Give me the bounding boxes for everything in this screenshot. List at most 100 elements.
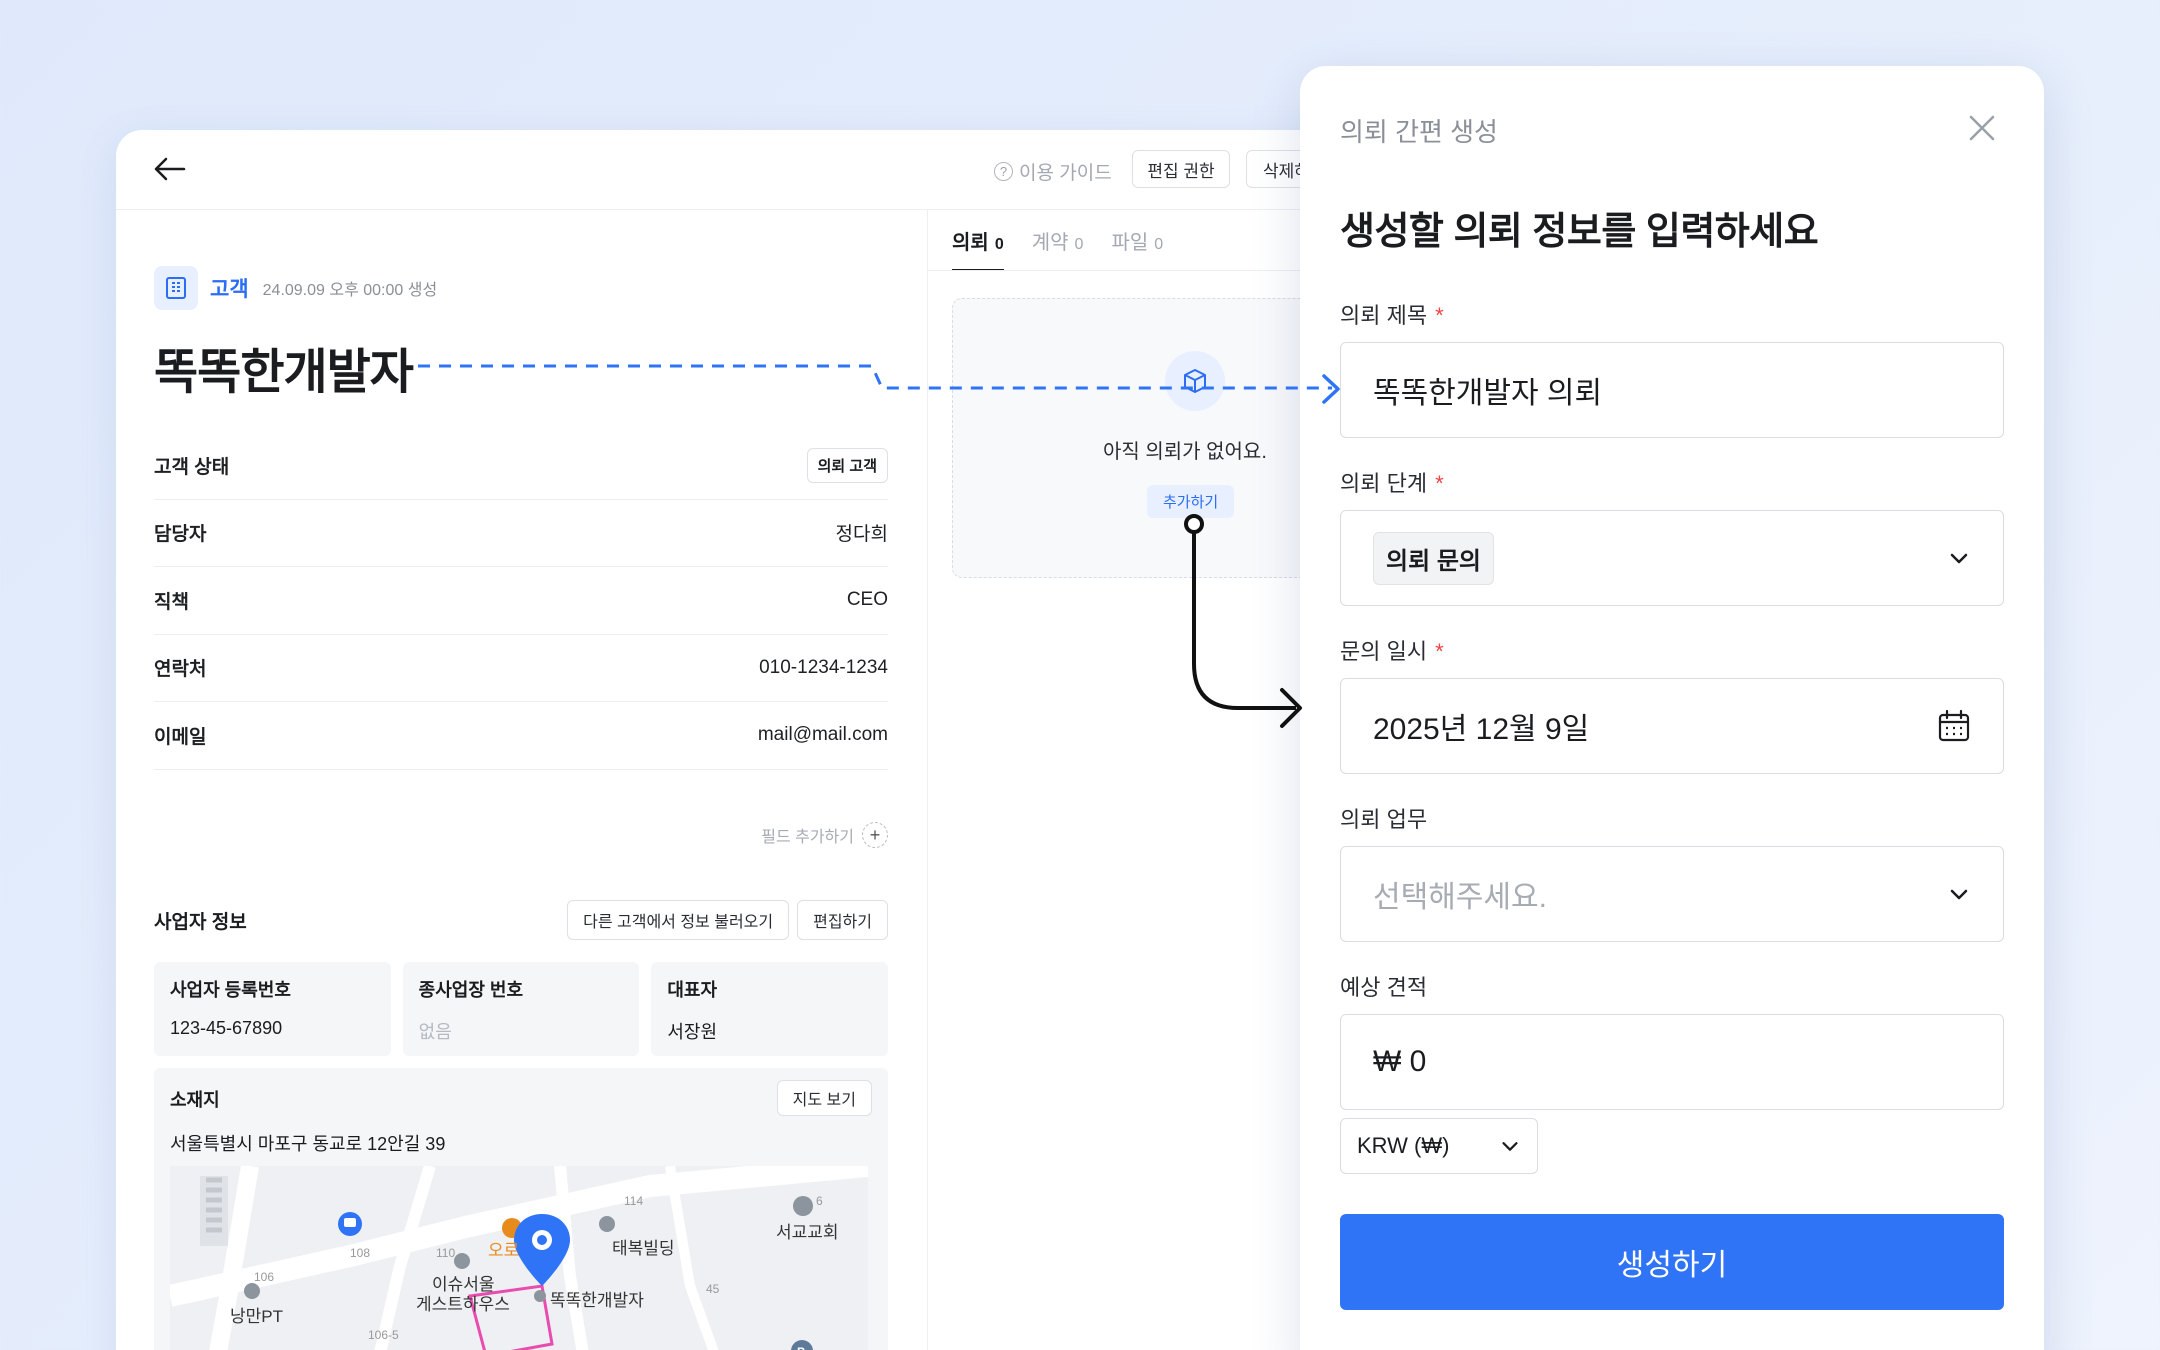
map-label-45: 45 bbox=[706, 1282, 720, 1296]
field-label: 고객 상태 bbox=[154, 456, 230, 478]
calendar-icon[interactable] bbox=[1937, 709, 1971, 743]
location-address: 서울특별시 마포구 동교로 12안길 39 bbox=[170, 1134, 446, 1154]
quick-create-modal: 의뢰 간편 생성 생성할 의뢰 정보를 입력하세요 의뢰 제목 * 똑똑한개발자 … bbox=[1300, 66, 2044, 1350]
stage-chip: 의뢰 문의 bbox=[1373, 531, 1494, 585]
request-title-label: 의뢰 제목 * bbox=[1340, 303, 1444, 328]
required-mark: * bbox=[1435, 303, 1444, 328]
request-task-select[interactable]: 선택해주세요. bbox=[1340, 846, 2004, 942]
field-row-position: 직책 CEO bbox=[154, 567, 888, 635]
estimate-value: ₩ 0 bbox=[1373, 1045, 1427, 1078]
map-label-108: 108 bbox=[350, 1246, 371, 1260]
tab-files[interactable]: 파일 0 bbox=[1111, 226, 1163, 271]
customer-type-label: 고객 bbox=[210, 278, 249, 301]
field-value[interactable]: 010-1234-1234 bbox=[759, 657, 888, 679]
field-row-status: 고객 상태 의뢰 고객 bbox=[154, 432, 888, 500]
chevron-down-icon bbox=[1950, 889, 1968, 900]
tab-label: 계약 bbox=[1031, 232, 1069, 254]
customer-badge: 고객 24.09.09 오후 00:00 생성 bbox=[154, 266, 437, 310]
estimate-label: 예상 견적 bbox=[1340, 975, 1428, 1000]
location-map[interactable]: P 태복빌딩 서교교회 똑똑한개발자 이슈서울 게스트하우스 낭만PT 오로 1… bbox=[170, 1166, 868, 1350]
create-button[interactable]: 생성하기 bbox=[1340, 1214, 2004, 1310]
field-value[interactable]: CEO bbox=[847, 589, 888, 611]
map-label-guesthouse-2: 게스트하우스 bbox=[416, 1295, 510, 1314]
created-date: 24.09.09 오후 00:00 생성 bbox=[262, 282, 438, 299]
map-label-106-5: 106-5 bbox=[368, 1328, 399, 1342]
business-reg-number-cell: 사업자 등록번호 123-45-67890 bbox=[154, 962, 391, 1056]
field-label: 담당자 bbox=[154, 524, 207, 546]
estimate-input[interactable]: ₩ 0 bbox=[1340, 1014, 2004, 1110]
edit-permission-button[interactable]: 편집 권한 bbox=[1132, 150, 1230, 188]
empty-state-text: 아직 의뢰가 없어요. bbox=[1103, 441, 1267, 463]
business-info-header: 사업자 정보 다른 고객에서 정보 불러오기 편집하기 bbox=[154, 900, 888, 940]
svg-text:P: P bbox=[797, 1345, 805, 1350]
modal-subtitle: 의뢰 간편 생성 bbox=[1340, 117, 1498, 147]
import-info-button[interactable]: 다른 고객에서 정보 불러오기 bbox=[567, 900, 790, 940]
business-info-grid: 사업자 등록번호 123-45-67890 종사업장 번호 없음 대표자 서장원 bbox=[154, 962, 889, 1056]
map-label-114: 114 bbox=[624, 1194, 644, 1208]
inquiry-date-input[interactable]: 2025년 12월 9일 bbox=[1340, 678, 2004, 774]
cell-value: 없음 bbox=[418, 1022, 452, 1042]
field-label: 연락처 bbox=[154, 659, 207, 681]
status-chip[interactable]: 의뢰 고객 bbox=[806, 447, 888, 483]
tab-requests[interactable]: 의뢰 0 bbox=[952, 226, 1004, 271]
tab-contracts[interactable]: 계약 0 bbox=[1032, 226, 1084, 271]
request-title-input[interactable]: 똑똑한개발자 의뢰 bbox=[1340, 342, 2004, 438]
customer-fields: 고객 상태 의뢰 고객 담당자 정다희 직책 CEO 연락처 010-1234-… bbox=[154, 432, 888, 770]
back-arrow-icon[interactable] bbox=[152, 154, 186, 184]
currency-value: KRW (₩) bbox=[1357, 1133, 1450, 1158]
add-field-label: 필드 추가하기 bbox=[761, 829, 854, 846]
required-mark: * bbox=[1435, 639, 1444, 664]
required-mark: * bbox=[1435, 471, 1444, 496]
tab-label: 파일 bbox=[1111, 232, 1149, 254]
plus-icon: + bbox=[862, 822, 888, 848]
map-label-110: 110 bbox=[436, 1246, 456, 1260]
cell-label: 대표자 bbox=[667, 980, 718, 1000]
edit-business-button[interactable]: 편집하기 bbox=[797, 900, 888, 940]
business-info-title: 사업자 정보 bbox=[154, 911, 247, 933]
map-label-seogyo: 서교교회 bbox=[776, 1223, 839, 1242]
modal-title: 생성할 의뢰 정보를 입력하세요 bbox=[1340, 211, 1819, 253]
request-title-value: 똑똑한개발자 의뢰 bbox=[1373, 377, 1603, 410]
add-field-button[interactable]: 필드 추가하기 + bbox=[154, 822, 888, 848]
customer-detail-card: ? 이용 가이드 편집 권한 삭제하 고객 24.09.09 오후 00:00 … bbox=[116, 130, 1436, 1350]
location-title: 소재지 bbox=[170, 1090, 220, 1110]
close-icon[interactable] bbox=[1966, 112, 1998, 144]
field-value[interactable]: mail@mail.com bbox=[758, 724, 888, 746]
representative-cell: 대표자 서장원 bbox=[651, 962, 889, 1056]
request-stage-select[interactable]: 의뢰 문의 bbox=[1340, 510, 2004, 606]
inquiry-date-value: 2025년 12월 9일 bbox=[1373, 713, 1590, 746]
cell-value: 123-45-67890 bbox=[170, 1018, 283, 1038]
help-icon: ? bbox=[994, 162, 1013, 181]
top-bar: ? 이용 가이드 편집 권한 삭제하 bbox=[116, 130, 1436, 210]
field-row-manager: 담당자 정다희 bbox=[154, 500, 888, 567]
customer-info-panel: 고객 24.09.09 오후 00:00 생성 똑똑한개발자 고객 상태 의뢰 … bbox=[116, 210, 928, 1350]
chevron-down-icon bbox=[1502, 1142, 1518, 1151]
add-request-button[interactable]: 추가하기 bbox=[1147, 485, 1235, 518]
sub-business-number-cell: 종사업장 번호 없음 bbox=[402, 962, 640, 1056]
usage-guide-link[interactable]: ? 이용 가이드 bbox=[994, 158, 1112, 185]
field-row-phone: 연락처 010-1234-1234 bbox=[154, 635, 888, 702]
map-label-ore: 오로 bbox=[488, 1241, 520, 1260]
currency-select[interactable]: KRW (₩) bbox=[1340, 1118, 1538, 1174]
tab-count: 0 bbox=[1074, 236, 1084, 253]
tab-bar: 의뢰 0 계약 0 파일 0 bbox=[952, 226, 1163, 271]
map-label-taebok: 태복빌딩 bbox=[612, 1239, 675, 1258]
map-label-target: 똑똑한개발자 bbox=[550, 1291, 644, 1310]
cell-label: 사업자 등록번호 bbox=[170, 980, 291, 1000]
field-label: 이메일 bbox=[154, 726, 207, 748]
chevron-down-icon bbox=[1950, 553, 1968, 564]
usage-guide-label: 이용 가이드 bbox=[1019, 163, 1112, 184]
field-row-email: 이메일 mail@mail.com bbox=[154, 702, 888, 770]
inquiry-date-label: 문의 일시 * bbox=[1340, 639, 1444, 664]
map-label-106: 106 bbox=[254, 1270, 275, 1284]
tab-label: 의뢰 bbox=[952, 232, 989, 254]
location-box: 소재지 지도 보기 서울특별시 마포구 동교로 12안길 39 태복빌딩 서교교… bbox=[154, 1068, 888, 1350]
cell-label: 종사업장 번호 bbox=[418, 980, 524, 1000]
building-icon bbox=[154, 266, 198, 310]
cell-value: 서장원 bbox=[667, 1022, 718, 1042]
field-value[interactable]: 정다희 bbox=[836, 519, 888, 546]
view-map-button[interactable]: 지도 보기 bbox=[776, 1080, 872, 1116]
field-label: 직책 bbox=[154, 591, 189, 613]
tab-count: 0 bbox=[1154, 236, 1164, 253]
map-label-6: 6 bbox=[816, 1194, 823, 1208]
